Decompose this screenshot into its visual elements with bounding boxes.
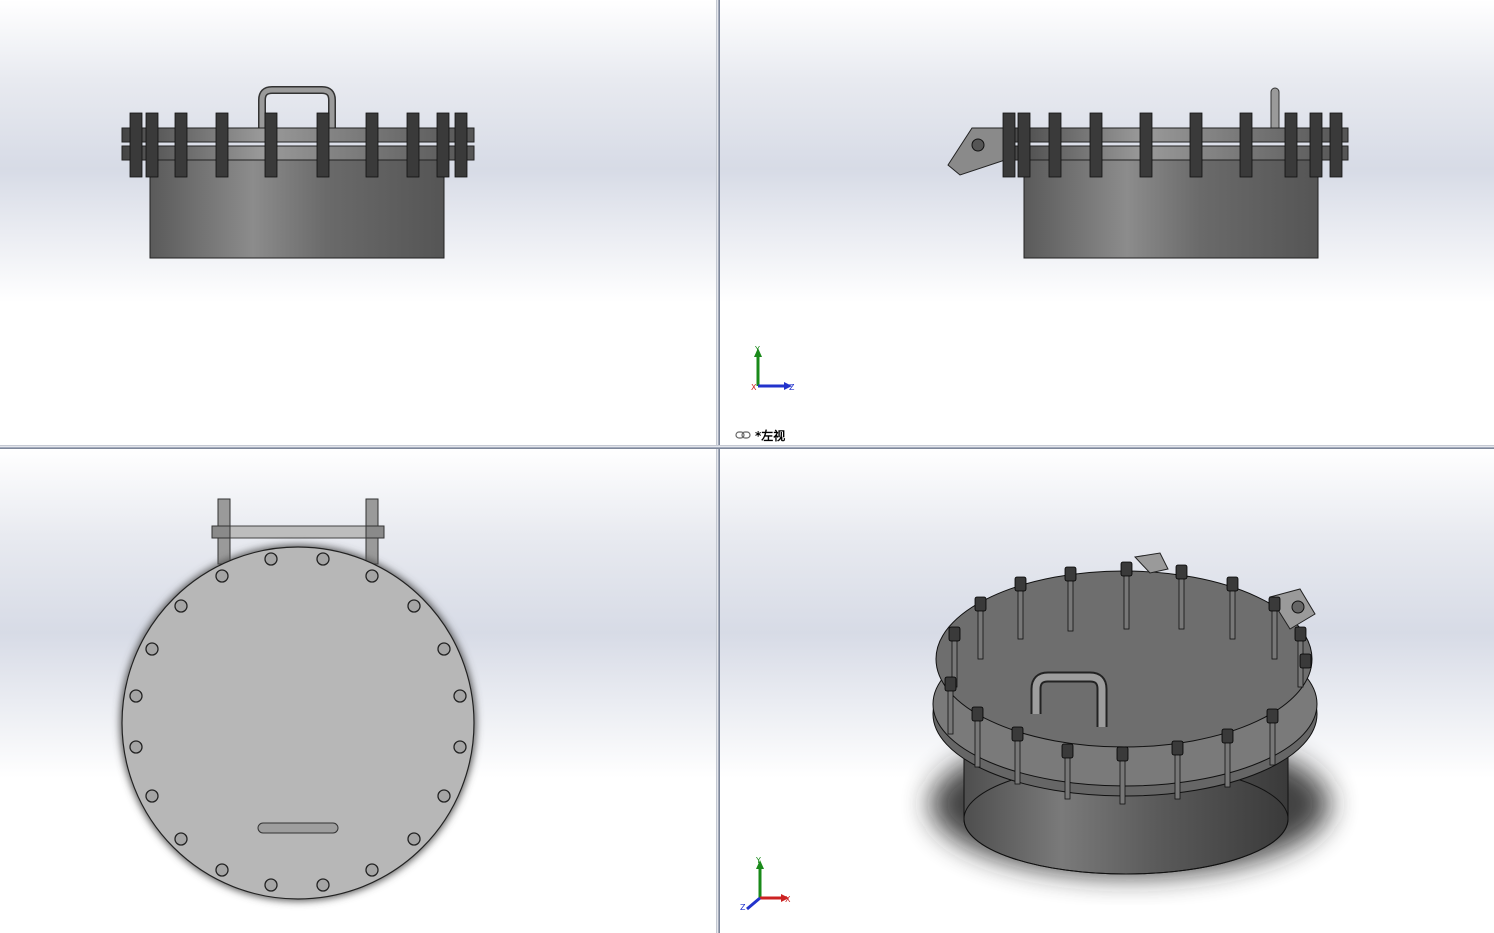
- manhole-front-model[interactable]: [0, 0, 716, 445]
- viewport-splitter-vertical[interactable]: [716, 0, 720, 933]
- link-icon: [735, 431, 751, 439]
- manhole-left-model[interactable]: Y Z X: [720, 0, 1494, 445]
- view-name-text: *左视: [755, 428, 786, 443]
- manhole-top-model[interactable]: [0, 449, 716, 933]
- viewport-left[interactable]: Y Z X: [720, 0, 1494, 445]
- viewport-top[interactable]: [0, 449, 716, 933]
- axis-z-label: Z: [740, 903, 746, 912]
- axis-triad-left: Y Z X: [751, 345, 795, 392]
- viewport-isometric[interactable]: Y Z X: [720, 449, 1494, 933]
- axis-z-label: Z: [789, 383, 795, 392]
- axis-x-label: X: [785, 895, 791, 904]
- viewport-front[interactable]: [0, 0, 716, 445]
- axis-x-label: X: [751, 383, 757, 392]
- axis-y-label: Y: [754, 345, 760, 354]
- view-orientation-label: *左视: [735, 428, 786, 443]
- viewport-splitter-horizontal[interactable]: [0, 445, 1494, 449]
- axis-triad-iso: Y Z X: [740, 856, 791, 912]
- axis-y-label: Y: [755, 856, 761, 865]
- manhole-iso-model[interactable]: Y Z X: [720, 449, 1494, 933]
